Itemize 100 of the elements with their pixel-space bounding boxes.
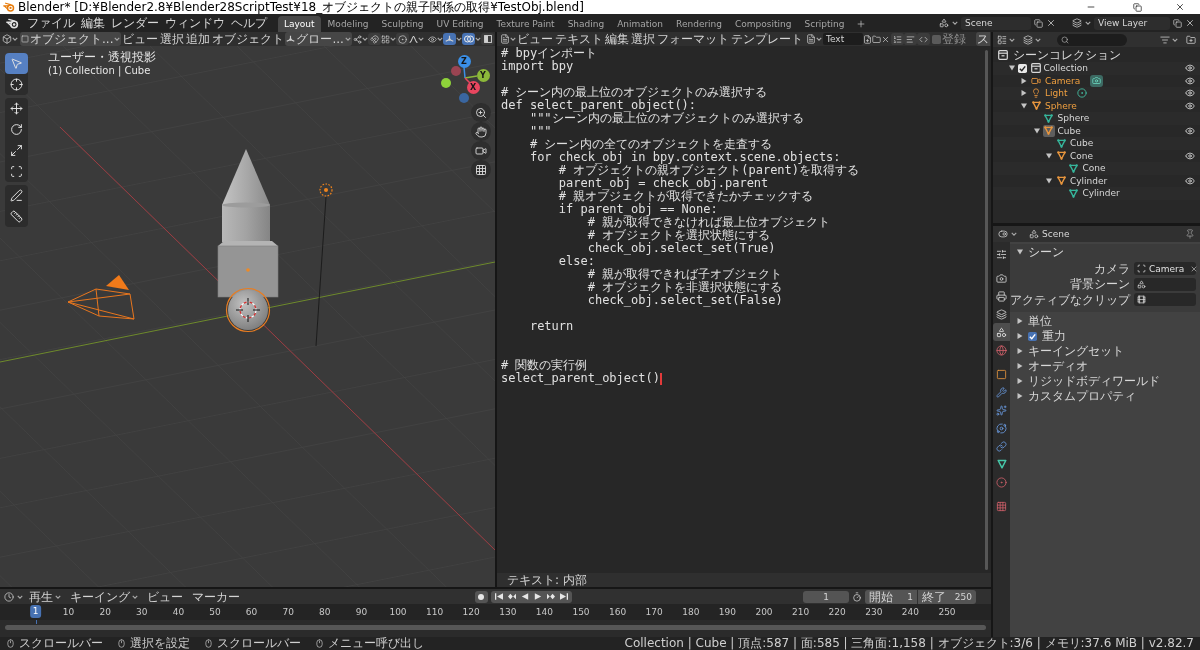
search-icon[interactable] [1061, 35, 1069, 44]
collection-box-icon[interactable] [1030, 63, 1041, 74]
start-frame-field[interactable]: 開始 1 [865, 589, 917, 604]
disclosure-triangle-icon[interactable] [1008, 65, 1015, 72]
run-script-button[interactable]: ス [976, 32, 990, 46]
disclosure-triangle-icon[interactable] [1017, 333, 1023, 339]
close-icon[interactable] [881, 34, 890, 44]
disclosure-triangle-icon[interactable] [1017, 318, 1023, 324]
triangle-mesh-icon[interactable] [1055, 149, 1067, 162]
workspace-tab[interactable]: Modeling [321, 16, 375, 32]
plus-icon[interactable] [855, 19, 866, 29]
end-frame-field[interactable]: 終了 250 [918, 589, 976, 604]
triangle-mesh-icon[interactable] [1030, 99, 1042, 112]
mode-dropdown[interactable]: オブジェクト... [20, 32, 122, 46]
circle-dot-icon[interactable] [1077, 88, 1088, 99]
dropdown-menu[interactable]: 再生 [26, 589, 64, 604]
menu-item[interactable]: オブジェクト [211, 32, 286, 46]
disclosure-triangle-icon[interactable] [1017, 248, 1023, 255]
record-dot-icon[interactable] [478, 593, 484, 600]
caret-icon[interactable] [417, 37, 424, 41]
text-name-field[interactable]: Text [823, 33, 863, 45]
rotate-icon[interactable] [10, 123, 23, 136]
logo-icon[interactable] [6, 17, 19, 29]
workspace-tab[interactable]: Compositing [729, 16, 798, 32]
record-button[interactable] [474, 590, 488, 603]
disclosure-triangle-icon[interactable] [1017, 378, 1023, 384]
menu-item[interactable]: ビュー [121, 32, 160, 46]
document-icon[interactable] [806, 34, 816, 44]
clock-icon[interactable] [4, 591, 14, 602]
outliner-item-name[interactable]: Cube [1057, 124, 1081, 137]
caret-icon[interactable] [510, 37, 516, 41]
caret-icon[interactable] [55, 594, 61, 599]
copy-icon[interactable] [1173, 18, 1182, 28]
view-layer-name-field[interactable]: View Layer [1094, 16, 1170, 30]
outliner-item-name[interactable]: シーンコレクション [1013, 48, 1121, 62]
scene-name-field[interactable]: Scene [961, 16, 1031, 30]
caret-icon[interactable] [1172, 37, 1178, 42]
caret-icon[interactable] [12, 37, 18, 41]
eye-icon[interactable] [428, 34, 437, 44]
caret-icon[interactable] [475, 37, 481, 41]
object-field[interactable] [1134, 293, 1196, 307]
eye-icon[interactable] [1185, 175, 1195, 186]
outliner-item-name[interactable]: Sphere [1045, 99, 1077, 112]
orientation-dropdown[interactable]: グロー... [285, 32, 352, 46]
caret-icon[interactable] [389, 37, 396, 41]
outliner-item-name[interactable]: Camera [1045, 74, 1081, 87]
filter-icon[interactable] [1160, 34, 1170, 45]
axis-handle[interactable]: Y [476, 68, 490, 82]
workspace-tab[interactable]: Animation [611, 16, 670, 32]
disclosure-triangle-icon[interactable] [1021, 77, 1027, 84]
mouse-icon[interactable] [315, 639, 324, 648]
caret-icon[interactable] [456, 37, 462, 41]
triangle-icon[interactable] [996, 459, 1007, 469]
object-field[interactable] [1134, 277, 1196, 291]
menu-item[interactable]: 選択 [630, 32, 656, 46]
diagonal-arrows-icon[interactable] [10, 144, 23, 157]
cursor-arrow-icon[interactable] [10, 57, 23, 70]
new-file-icon[interactable] [863, 34, 872, 44]
close-icon[interactable] [1046, 18, 1056, 28]
outliner-item-name[interactable]: Cube [1070, 137, 1094, 150]
workspace-tab[interactable]: Layout [278, 16, 321, 32]
document-icon[interactable] [500, 34, 510, 44]
triangle-mesh-icon[interactable] [1067, 162, 1080, 175]
checkbox[interactable] [932, 34, 941, 44]
falloff-curve-icon[interactable] [408, 35, 418, 43]
disclosure-triangle-icon[interactable] [1021, 102, 1027, 109]
square-icon[interactable] [21, 35, 29, 43]
caret-icon[interactable] [1011, 232, 1017, 236]
menu-item[interactable]: 追加 [185, 32, 212, 46]
axis-handle[interactable]: X [466, 80, 480, 94]
checkbox[interactable] [1017, 63, 1027, 73]
panel-title[interactable]: キーイングセット [1028, 344, 1124, 358]
folder-icon[interactable] [872, 34, 881, 44]
close-icon[interactable] [1175, 2, 1185, 12]
mouse-icon[interactable] [117, 639, 126, 648]
copy-icon[interactable] [1034, 18, 1043, 28]
caret-icon[interactable] [361, 37, 368, 41]
menu-item[interactable]: ビュー [144, 589, 186, 604]
outliner-item-name[interactable]: Cone [1070, 149, 1094, 162]
caret-icon[interactable] [952, 21, 958, 25]
mouse-icon[interactable] [204, 639, 213, 648]
triangle-mesh-icon[interactable] [1055, 137, 1067, 150]
pen-icon[interactable] [10, 189, 23, 202]
eye-icon[interactable] [1185, 100, 1195, 111]
eye-icon[interactable] [1185, 88, 1195, 99]
disclosure-triangle-icon[interactable] [1017, 363, 1023, 369]
play-reverse-icon[interactable] [520, 593, 529, 600]
next-keyframe-icon[interactable] [546, 593, 555, 600]
tool-button[interactable] [5, 53, 28, 74]
workspace-tab[interactable]: Rendering [670, 16, 729, 32]
caret-icon[interactable] [816, 37, 822, 41]
grid-icon[interactable] [471, 160, 491, 179]
outliner-item-name[interactable]: Cylinder [1082, 187, 1120, 200]
object-field[interactable]: Camera [1134, 262, 1196, 276]
disclosure-triangle-icon[interactable] [1017, 393, 1023, 399]
play-icon[interactable] [533, 593, 542, 600]
caret-icon[interactable] [132, 594, 138, 599]
menu-item[interactable]: テンプレート [730, 32, 804, 46]
menu-item[interactable]: 選択 [159, 32, 186, 46]
eye-icon[interactable] [1185, 75, 1195, 86]
